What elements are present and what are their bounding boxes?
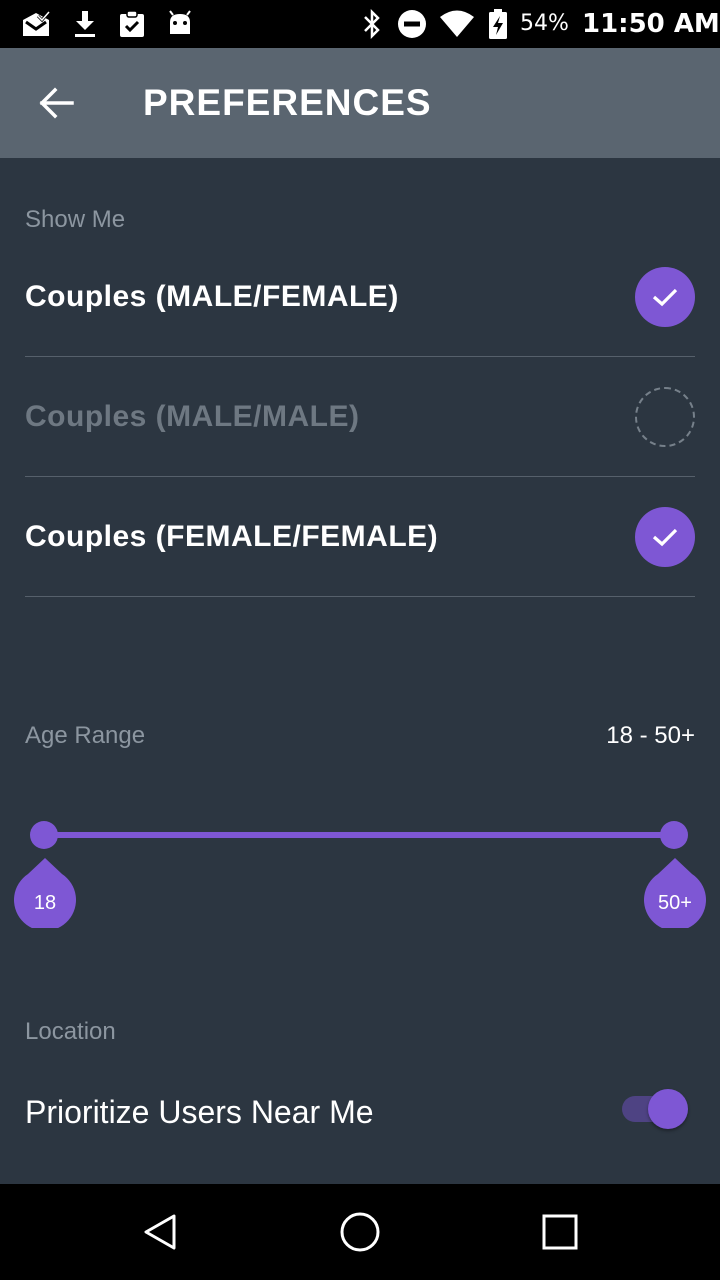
age-range-slider[interactable]: 18 50+ — [0, 800, 720, 940]
wifi-icon — [438, 8, 476, 40]
toggle-knob — [648, 1089, 688, 1129]
option-label: Couples (MALE/FEMALE) — [25, 280, 399, 313]
unchecked-circle-icon[interactable] — [635, 387, 695, 447]
option-couples-male-female[interactable]: Couples (MALE/FEMALE) — [25, 237, 695, 357]
download-icon — [70, 8, 100, 40]
android-icon — [165, 8, 195, 40]
option-label: Couples (FEMALE/FEMALE) — [25, 520, 439, 553]
slider-thumb-min[interactable] — [30, 821, 58, 849]
prioritize-nearby-label: Prioritize Users Near Me — [25, 1094, 374, 1130]
slider-thumb-max[interactable] — [660, 821, 688, 849]
max-value-bubble: 50+ — [644, 858, 706, 928]
battery-percent: 54% — [520, 11, 569, 36]
page-title: PREFERENCES — [143, 82, 432, 123]
back-button[interactable] — [26, 73, 86, 133]
home-circle-icon — [340, 1212, 380, 1252]
arrow-left-icon — [39, 87, 74, 119]
show-me-label: Show Me — [25, 206, 126, 233]
age-range-label: Age Range — [25, 722, 146, 749]
age-range-value: 18 - 50+ — [606, 722, 695, 749]
status-bar: 54% 11:50 AM — [0, 0, 720, 48]
min-value-label: 18 — [33, 892, 57, 914]
mail-check-icon — [20, 8, 52, 40]
slider-track — [44, 832, 674, 838]
checked-circle-icon[interactable] — [635, 507, 695, 567]
nav-recents-button[interactable] — [530, 1202, 590, 1262]
prioritize-nearby-toggle[interactable] — [622, 1088, 690, 1132]
navigation-bar — [0, 1184, 720, 1280]
do-not-disturb-icon — [396, 8, 428, 40]
recents-square-icon — [542, 1214, 578, 1250]
bluetooth-icon — [358, 8, 386, 40]
option-label: Couples (MALE/MALE) — [25, 400, 360, 433]
checked-circle-icon[interactable] — [635, 267, 695, 327]
clipboard-check-icon — [116, 8, 148, 40]
location-label: Location — [25, 1018, 116, 1045]
option-couples-male-male[interactable]: Couples (MALE/MALE) — [25, 357, 695, 477]
nav-home-button[interactable] — [330, 1202, 390, 1262]
battery-charging-icon — [486, 8, 510, 40]
app-bar: PREFERENCES — [0, 48, 720, 158]
option-couples-female-female[interactable]: Couples (FEMALE/FEMALE) — [25, 477, 695, 597]
back-triangle-icon — [144, 1214, 176, 1250]
nav-back-button[interactable] — [130, 1202, 190, 1262]
min-value-bubble: 18 — [14, 858, 76, 928]
status-time: 11:50 AM — [582, 9, 720, 39]
max-value-label: 50+ — [658, 892, 692, 914]
